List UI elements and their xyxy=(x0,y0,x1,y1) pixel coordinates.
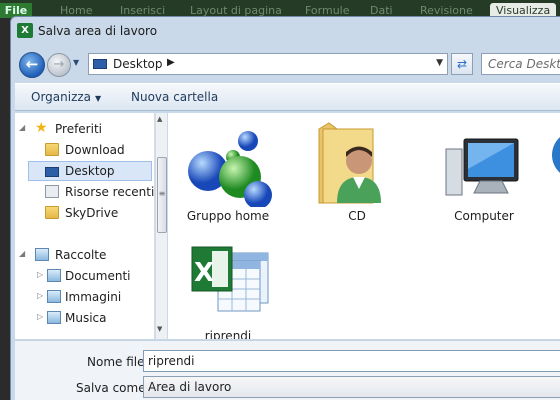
navigation-scrollbar[interactable]: ▲ ≡ ▼ xyxy=(155,113,167,339)
pictures-icon xyxy=(47,290,61,303)
organize-button[interactable]: Organizza ▼ xyxy=(31,90,101,104)
sidebar-item-label: Raccolte xyxy=(55,248,107,262)
back-button[interactable]: ← xyxy=(19,52,45,78)
desktop-icon xyxy=(45,167,59,177)
documents-icon xyxy=(47,269,61,282)
command-bar: Organizza ▼ Nuova cartella xyxy=(15,83,560,111)
scroll-down-icon[interactable]: ▼ xyxy=(157,325,162,333)
collapse-arrow-icon[interactable]: ◢ xyxy=(19,123,25,132)
user-folder-icon xyxy=(318,122,381,204)
sidebar-item-label: Risorse recenti xyxy=(65,185,155,199)
filetype-select[interactable]: Area di lavoro xyxy=(143,376,560,398)
file-list: Gruppo home CD Computer X riprendi xyxy=(168,113,560,339)
save-form: Nome file: Salva come: Area di lavoro xyxy=(15,340,560,400)
navigation-pane: ◢ ★ Preferiti Download Desktop Risorse r… xyxy=(15,113,155,339)
sidebar-item-documents[interactable]: ▷ Documenti xyxy=(15,266,143,286)
file-item-homegroup[interactable]: Gruppo home xyxy=(178,119,278,237)
refresh-button[interactable]: ⇄ xyxy=(451,53,473,75)
file-label: Computer xyxy=(454,209,514,223)
recent-places-icon xyxy=(45,185,59,198)
address-path[interactable]: Desktop xyxy=(113,57,163,71)
sidebar-item-download[interactable]: Download xyxy=(15,140,143,160)
sidebar-item-label: Musica xyxy=(65,311,107,325)
sidebar-item-label: Documenti xyxy=(65,269,131,283)
filetype-label: Salva come: xyxy=(76,381,150,395)
filename-input[interactable] xyxy=(143,350,560,372)
scroll-up-icon[interactable]: ▲ xyxy=(157,115,162,123)
homegroup-icon xyxy=(188,131,272,209)
folder-icon xyxy=(45,143,59,156)
sidebar-item-label: SkyDrive xyxy=(65,206,119,220)
sidebar-item-pictures[interactable]: ▷ Immagini xyxy=(15,287,143,307)
folder-icon xyxy=(45,206,59,219)
dialog-title: Salva area di lavoro xyxy=(38,24,158,38)
file-item-user-folder[interactable]: CD xyxy=(307,119,407,237)
star-icon: ★ xyxy=(35,120,48,136)
scrollbar-thumb[interactable]: ≡ xyxy=(157,157,167,233)
file-item-computer[interactable]: Computer xyxy=(434,119,534,237)
organize-label: Organizza xyxy=(31,90,92,104)
sidebar-item-label: Immagini xyxy=(65,290,122,304)
forward-button[interactable]: → xyxy=(47,53,71,77)
sidebar-item-label: Download xyxy=(65,143,125,157)
breadcrumb-chevron-icon[interactable]: ▶ xyxy=(167,57,175,68)
file-label: riprendi xyxy=(204,329,252,339)
file-item-excel-workspace[interactable]: X riprendi xyxy=(178,239,278,339)
address-dropdown-icon[interactable]: ▼ xyxy=(436,58,443,68)
expand-arrow-icon[interactable]: ▷ xyxy=(37,312,43,321)
dialog-titlebar[interactable]: X Salva area di lavoro xyxy=(11,17,560,43)
sidebar-item-recent-places[interactable]: Risorse recenti xyxy=(15,182,154,202)
sidebar-item-music[interactable]: ▷ Musica xyxy=(15,308,143,328)
globe-icon xyxy=(552,137,560,173)
computer-icon xyxy=(445,138,519,196)
save-workspace-dialog: X Salva area di lavoro ← → ▼ Desktop ▶ ▼… xyxy=(10,16,560,400)
sidebar-item-desktop[interactable]: Desktop xyxy=(28,161,152,181)
music-icon xyxy=(47,311,61,324)
desktop-icon xyxy=(93,59,107,69)
excel-icon: X xyxy=(17,23,33,38)
svg-text:X: X xyxy=(194,258,214,288)
collapse-arrow-icon[interactable]: ◢ xyxy=(19,249,25,258)
sidebar-item-skydrive[interactable]: SkyDrive xyxy=(15,203,143,223)
sidebar-item-libraries[interactable]: ◢ Raccolte xyxy=(15,245,143,265)
chevron-down-icon: ▼ xyxy=(95,94,102,103)
excel-workspace-icon: X xyxy=(191,246,269,312)
file-label: CD xyxy=(348,209,366,223)
file-item-network[interactable] xyxy=(551,119,560,237)
search-placeholder: Cerca Desktop xyxy=(488,57,560,71)
expand-arrow-icon[interactable]: ▷ xyxy=(37,291,43,300)
file-label: Gruppo home xyxy=(186,209,270,223)
sidebar-item-label: Preferiti xyxy=(55,122,102,136)
expand-arrow-icon[interactable]: ▷ xyxy=(37,270,43,279)
history-dropdown-icon[interactable]: ▼ xyxy=(73,58,83,70)
sidebar-item-favorites[interactable]: ◢ ★ Preferiti xyxy=(15,119,143,139)
sidebar-item-label: Desktop xyxy=(65,164,115,178)
search-input[interactable]: Cerca Desktop xyxy=(481,53,560,75)
libraries-icon xyxy=(35,248,49,261)
new-folder-button[interactable]: Nuova cartella xyxy=(131,90,218,104)
filename-label: Nome file: xyxy=(87,355,149,369)
address-bar[interactable]: Desktop ▶ ▼ xyxy=(88,53,448,75)
